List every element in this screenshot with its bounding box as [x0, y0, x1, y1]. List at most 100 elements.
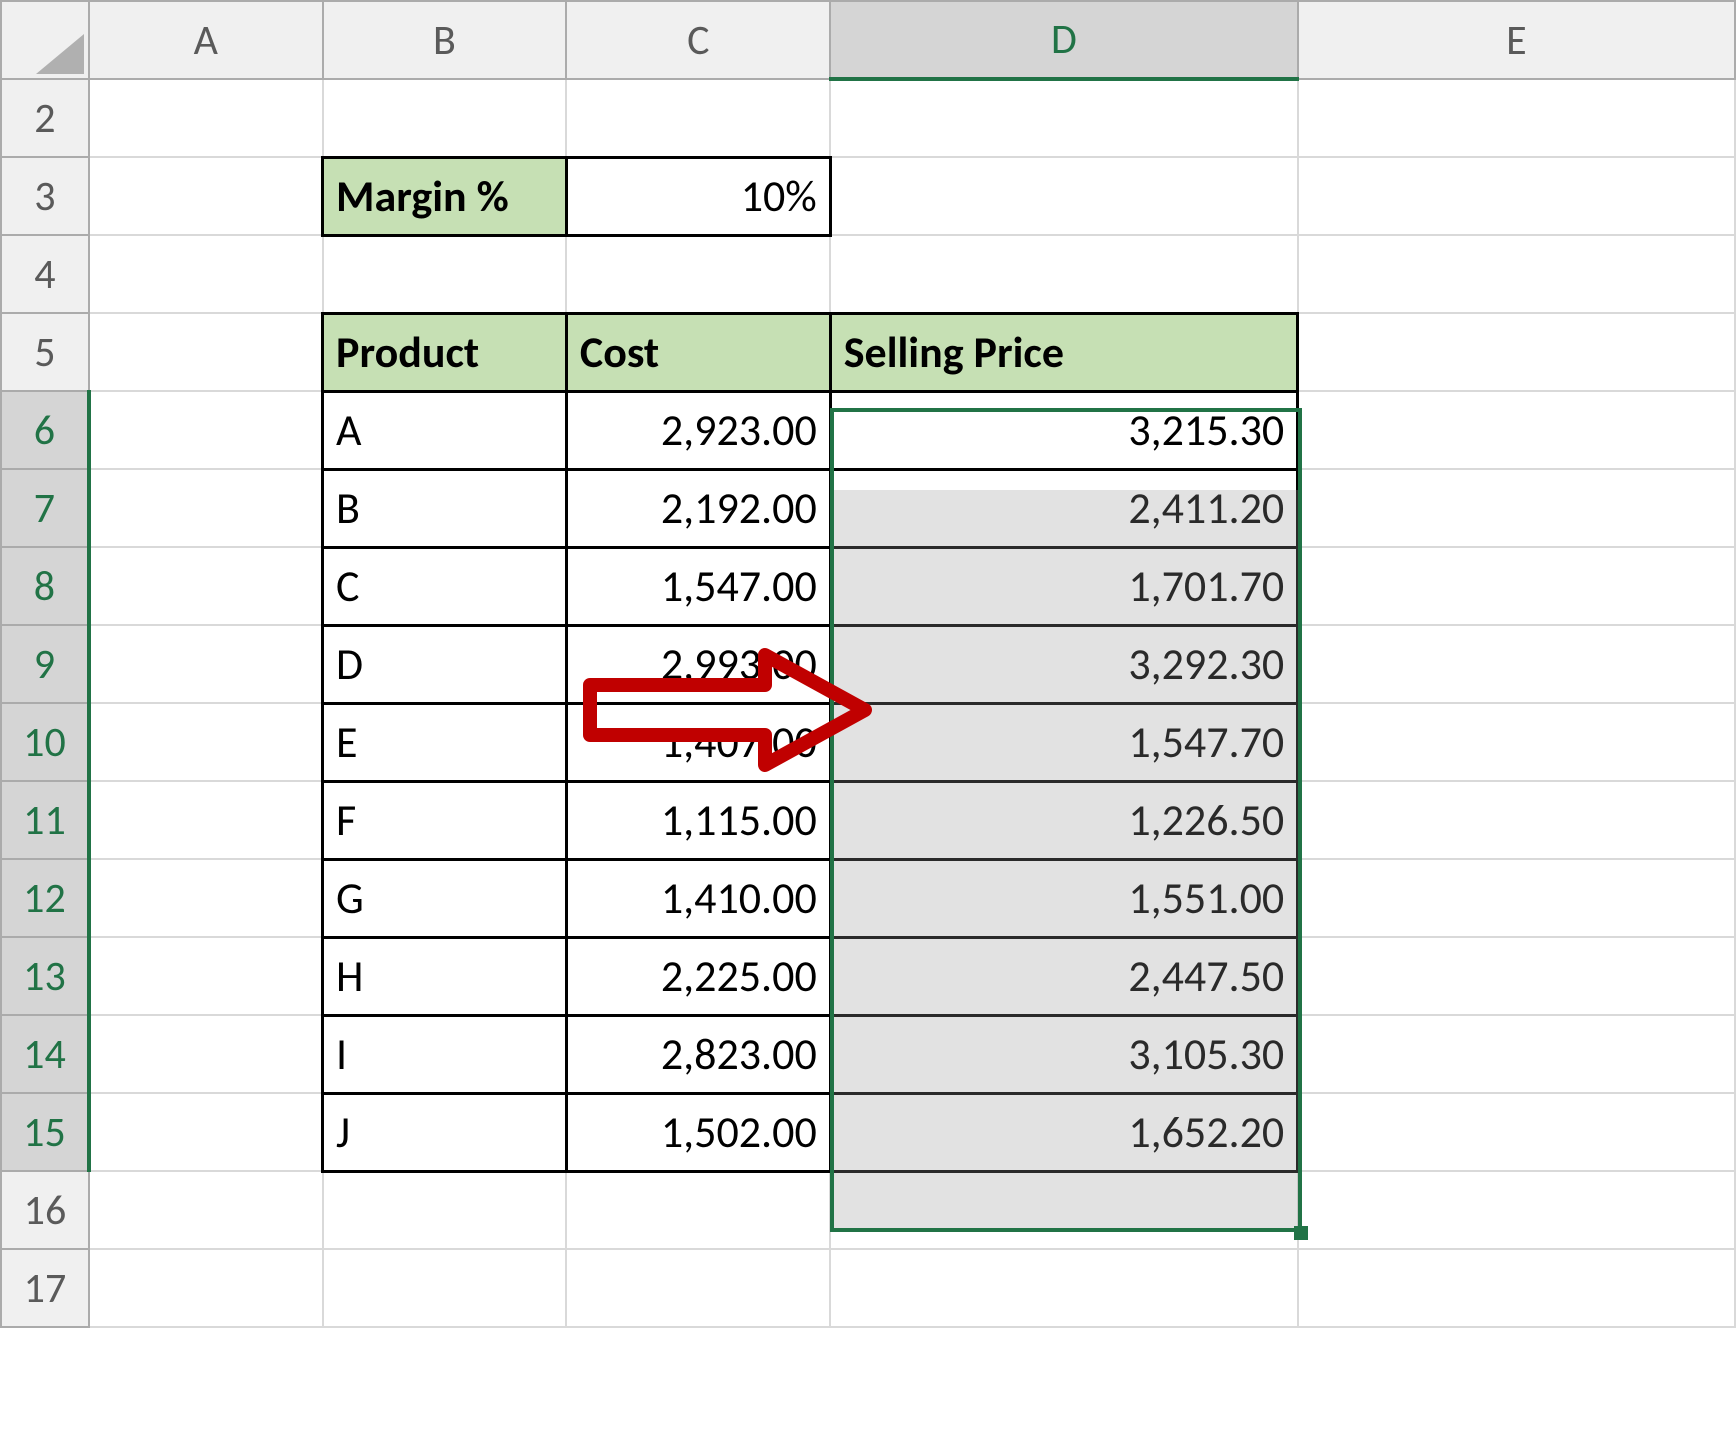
cell-A10[interactable]	[89, 703, 323, 781]
cell-B4[interactable]	[323, 235, 567, 313]
cell-cost-7[interactable]: 2,225.00	[566, 937, 830, 1015]
row-header-15[interactable]: 15	[1, 1093, 89, 1171]
cell-cost-6[interactable]: 1,410.00	[566, 859, 830, 937]
row-header-6[interactable]: 6	[1, 391, 89, 469]
cell-B16[interactable]	[323, 1171, 567, 1249]
header-cost[interactable]: Cost	[566, 313, 830, 391]
row-header-17[interactable]: 17	[1, 1249, 89, 1327]
cell-B17[interactable]	[323, 1249, 567, 1327]
cell-B2[interactable]	[323, 79, 567, 157]
cell-product-7[interactable]: H	[323, 937, 567, 1015]
cell-product-4[interactable]: E	[323, 703, 567, 781]
cell-product-5[interactable]: F	[323, 781, 567, 859]
cell-E17[interactable]	[1298, 1249, 1735, 1327]
cell-E4[interactable]	[1298, 235, 1735, 313]
cell-product-8[interactable]: I	[323, 1015, 567, 1093]
row-header-8[interactable]: 8	[1, 547, 89, 625]
cell-E15[interactable]	[1298, 1093, 1735, 1171]
cell-A8[interactable]	[89, 547, 323, 625]
cell-cost-5[interactable]: 1,115.00	[566, 781, 830, 859]
cell-A3[interactable]	[89, 157, 323, 235]
cell-E9[interactable]	[1298, 625, 1735, 703]
cell-cost-8[interactable]: 2,823.00	[566, 1015, 830, 1093]
cell-selling-4[interactable]: 1,547.70	[830, 703, 1297, 781]
row-header-7[interactable]: 7	[1, 469, 89, 547]
cell-selling-6[interactable]: 1,551.00	[830, 859, 1297, 937]
cell-selling-7[interactable]: 2,447.50	[830, 937, 1297, 1015]
col-header-B[interactable]: B	[323, 1, 567, 79]
col-header-C[interactable]: C	[566, 1, 830, 79]
cell-A9[interactable]	[89, 625, 323, 703]
margin-label[interactable]: Margin %	[323, 157, 567, 235]
cell-D2[interactable]	[830, 79, 1297, 157]
cell-product-0[interactable]: A	[323, 391, 567, 469]
cell-selling-3[interactable]: 3,292.30	[830, 625, 1297, 703]
cell-cost-4[interactable]: 1,407.00	[566, 703, 830, 781]
cell-cost-3[interactable]: 2,993.00	[566, 625, 830, 703]
grid[interactable]: A B C D E 2 3 Margin % 10% 4	[0, 0, 1736, 1328]
row-header-9[interactable]: 9	[1, 625, 89, 703]
cell-selling-8[interactable]: 3,105.30	[830, 1015, 1297, 1093]
cell-A2[interactable]	[89, 79, 323, 157]
margin-value[interactable]: 10%	[566, 157, 830, 235]
cell-A4[interactable]	[89, 235, 323, 313]
cell-product-1[interactable]: B	[323, 469, 567, 547]
cell-C4[interactable]	[566, 235, 830, 313]
cell-cost-1[interactable]: 2,192.00	[566, 469, 830, 547]
row-header-12[interactable]: 12	[1, 859, 89, 937]
cell-C17[interactable]	[566, 1249, 830, 1327]
cell-selling-1[interactable]: 2,411.20	[830, 469, 1297, 547]
cell-product-2[interactable]: C	[323, 547, 567, 625]
row-header-5[interactable]: 5	[1, 313, 89, 391]
cell-A12[interactable]	[89, 859, 323, 937]
header-product[interactable]: Product	[323, 313, 567, 391]
cell-A16[interactable]	[89, 1171, 323, 1249]
cell-A7[interactable]	[89, 469, 323, 547]
cell-A13[interactable]	[89, 937, 323, 1015]
cell-A17[interactable]	[89, 1249, 323, 1327]
row-header-16[interactable]: 16	[1, 1171, 89, 1249]
row-header-13[interactable]: 13	[1, 937, 89, 1015]
cell-E10[interactable]	[1298, 703, 1735, 781]
cell-D3[interactable]	[830, 157, 1297, 235]
cell-E11[interactable]	[1298, 781, 1735, 859]
cell-E14[interactable]	[1298, 1015, 1735, 1093]
cell-product-6[interactable]: G	[323, 859, 567, 937]
cell-A11[interactable]	[89, 781, 323, 859]
cell-product-3[interactable]: D	[323, 625, 567, 703]
cell-cost-2[interactable]: 1,547.00	[566, 547, 830, 625]
cell-A14[interactable]	[89, 1015, 323, 1093]
col-header-A[interactable]: A	[89, 1, 323, 79]
row-header-14[interactable]: 14	[1, 1015, 89, 1093]
cell-D17[interactable]	[830, 1249, 1297, 1327]
cell-E7[interactable]	[1298, 469, 1735, 547]
header-selling[interactable]: Selling Price	[830, 313, 1297, 391]
cell-D16[interactable]	[830, 1171, 1297, 1249]
cell-E16[interactable]	[1298, 1171, 1735, 1249]
row-header-3[interactable]: 3	[1, 157, 89, 235]
cell-E8[interactable]	[1298, 547, 1735, 625]
row-header-11[interactable]: 11	[1, 781, 89, 859]
row-header-4[interactable]: 4	[1, 235, 89, 313]
cell-E12[interactable]	[1298, 859, 1735, 937]
select-all-corner[interactable]	[1, 1, 89, 79]
cell-C2[interactable]	[566, 79, 830, 157]
col-header-D[interactable]: D	[830, 1, 1297, 79]
cell-selling-5[interactable]: 1,226.50	[830, 781, 1297, 859]
cell-cost-9[interactable]: 1,502.00	[566, 1093, 830, 1171]
cell-E6[interactable]	[1298, 391, 1735, 469]
row-header-2[interactable]: 2	[1, 79, 89, 157]
cell-selling-9[interactable]: 1,652.20	[830, 1093, 1297, 1171]
cell-A15[interactable]	[89, 1093, 323, 1171]
cell-selling-2[interactable]: 1,701.70	[830, 547, 1297, 625]
col-header-E[interactable]: E	[1298, 1, 1735, 79]
cell-E5[interactable]	[1298, 313, 1735, 391]
cell-D4[interactable]	[830, 235, 1297, 313]
cell-A6[interactable]	[89, 391, 323, 469]
cell-E2[interactable]	[1298, 79, 1735, 157]
cell-product-9[interactable]: J	[323, 1093, 567, 1171]
row-header-10[interactable]: 10	[1, 703, 89, 781]
cell-E3[interactable]	[1298, 157, 1735, 235]
cell-cost-0[interactable]: 2,923.00	[566, 391, 830, 469]
cell-C16[interactable]	[566, 1171, 830, 1249]
